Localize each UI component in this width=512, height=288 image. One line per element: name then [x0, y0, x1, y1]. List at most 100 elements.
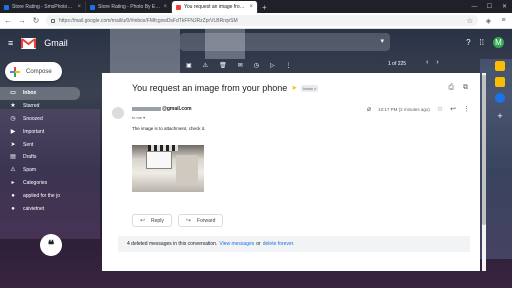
tab-title: Store Rating - Photo By Email	[98, 4, 161, 10]
sidebar-item-spam[interactable]: ⚠ Spam	[0, 164, 80, 177]
email-body: The image is to attachment, check it.	[132, 126, 206, 131]
sidebar-item-inbox[interactable]: ▭ Inbox	[0, 87, 80, 100]
scrollbar-thumb[interactable]	[482, 75, 486, 225]
move-to-icon[interactable]: ▷	[270, 62, 275, 69]
email-meta: ⌀ 10:17 PM (2 minutes ago) ☆ ↩ ⋮	[367, 105, 470, 113]
browser-tab-3[interactable]: You request an image from yo ×	[172, 1, 258, 13]
close-tab-icon[interactable]: ×	[249, 4, 253, 10]
image-attachment[interactable]	[132, 145, 204, 192]
gmail-logo-icon[interactable]	[21, 37, 37, 49]
sidebar-item-drafts[interactable]: ▤ Drafts	[0, 151, 80, 164]
mail-scrollbar[interactable]	[482, 73, 486, 271]
browser-tab-bar: Store Rating - SmsPhotoEmail × Store Rat…	[0, 0, 512, 13]
browser-menu-icon[interactable]: ≡	[499, 17, 508, 24]
forward-icon[interactable]: →	[18, 16, 26, 25]
help-icon[interactable]: ?	[466, 38, 470, 47]
more-options-icon[interactable]: ⋮	[463, 105, 470, 113]
new-tab-icon[interactable]: +	[258, 1, 271, 13]
browser-tab-1[interactable]: Store Rating - SmsPhotoEmail ×	[0, 1, 86, 13]
email-subject: You request an image from your phone	[132, 83, 288, 93]
compose-button[interactable]: Compose	[5, 62, 62, 81]
sidebar-item-label: Drafts	[23, 154, 37, 161]
archive-icon[interactable]: ▣	[186, 62, 192, 69]
tab-favicon	[90, 4, 95, 10]
search-mail-input[interactable]: ▾	[180, 33, 390, 51]
star-outline-icon[interactable]: ☆	[437, 105, 443, 113]
tasks-icon[interactable]	[495, 93, 505, 103]
view-messages-link[interactable]: View messages	[219, 241, 254, 247]
sidebar-item-label: Inbox	[23, 90, 37, 97]
report-spam-icon[interactable]: ⚠	[203, 62, 208, 69]
sidebar-item-starred[interactable]: ★ Starred	[0, 100, 80, 113]
close-tab-icon[interactable]: ×	[77, 4, 81, 10]
sidebar-item-label: Spam	[23, 167, 37, 174]
window-in-photo	[146, 151, 172, 169]
sidebar-item-snoozed[interactable]: ◷ Snoozed	[0, 113, 80, 126]
sidebar-item-label: Categories	[23, 179, 48, 186]
maximize-icon[interactable]: ☐	[482, 3, 497, 10]
next-icon[interactable]: ›	[436, 59, 438, 66]
sidebar-item-sent[interactable]: ➤ Sent	[0, 138, 80, 151]
delete-forever-link[interactable]: delete forever.	[263, 241, 295, 247]
inbox-label-badge[interactable]: Inbox ×	[301, 84, 319, 92]
sidebar-nav: ▭ Inbox ★ Starred ◷ Snoozed ▶ Important …	[0, 87, 80, 215]
tab-title: Store Rating - SmsPhotoEmail	[12, 4, 75, 10]
add-on-icon[interactable]: +	[495, 111, 505, 121]
more-icon[interactable]: ⋮	[286, 62, 292, 69]
important-marker-icon[interactable]: ➤	[291, 84, 297, 92]
bookmark-star-icon[interactable]: ☆	[467, 17, 473, 25]
delete-icon[interactable]: 🗑	[219, 62, 227, 69]
sidebar-item-label-applied[interactable]: ● applied for the jo	[0, 189, 80, 202]
snooze-icon[interactable]: ◷	[254, 62, 259, 69]
clock-icon: ◷	[10, 115, 16, 122]
extension-icon[interactable]: ◈	[484, 17, 493, 25]
previous-icon[interactable]: ‹	[426, 59, 428, 66]
compose-label: Compose	[26, 68, 52, 75]
sender-avatar	[112, 107, 124, 119]
email-subject-row: You request an image from your phone ➤ I…	[132, 83, 319, 93]
apps-grid-icon[interactable]: ⁞⁞	[480, 38, 484, 47]
email-time: 10:17 PM (2 minutes ago)	[378, 106, 430, 112]
reply-button[interactable]: ↩ Reply	[132, 214, 172, 227]
gmail-favicon	[176, 4, 181, 10]
recipient-details[interactable]: to me ▾	[132, 115, 145, 120]
attachment-icon: ⌀	[366, 106, 372, 113]
url-field[interactable]: https://mail.google.com/mail/u/0/#inbox/…	[46, 15, 478, 26]
close-tab-icon[interactable]: ×	[163, 4, 167, 10]
label-icon: ▸	[11, 179, 15, 186]
close-window-icon[interactable]: ✕	[497, 3, 512, 10]
header-actions: ? ⁞⁞ M	[466, 37, 504, 48]
sidebar-item-label-caivietnet[interactable]: ● caivietnet	[0, 202, 80, 215]
lock-icon	[51, 18, 55, 23]
calendar-icon[interactable]	[495, 61, 505, 71]
account-avatar[interactable]: M	[493, 37, 504, 48]
reload-icon[interactable]: ↻	[32, 16, 40, 25]
window-controls: — ☐ ✕	[467, 0, 512, 13]
main-menu-icon[interactable]: ≡	[8, 38, 13, 48]
search-options-icon[interactable]: ▾	[380, 37, 384, 45]
print-icon[interactable]: ⎙	[448, 84, 454, 92]
sidebar-item-important[interactable]: ▶ Important	[0, 125, 80, 138]
open-new-window-icon[interactable]: ⧉	[463, 84, 468, 92]
forward-button[interactable]: ↪ Forward	[178, 214, 224, 227]
star-icon: ★	[10, 103, 16, 110]
mail-toolbar: ▣ ⚠ 🗑 ✉ ◷ ▷ ⋮	[102, 57, 480, 73]
sidebar-item-label: Snoozed	[23, 115, 43, 122]
url-text: https://mail.google.com/mail/u/0/#inbox/…	[59, 17, 238, 24]
keep-icon[interactable]	[495, 77, 505, 87]
redacted-name	[132, 106, 161, 111]
address-bar-row: ← → ↻ https://mail.google.com/mail/u/0/#…	[0, 13, 512, 29]
reply-icon[interactable]: ↩	[450, 105, 456, 113]
browser-tab-2[interactable]: Store Rating - Photo By Email ×	[86, 1, 172, 13]
back-icon[interactable]: ←	[4, 16, 12, 25]
sidebar-item-label: applied for the jo	[23, 192, 60, 199]
hangouts-icon[interactable]: ❝	[40, 234, 62, 256]
wall-in-photo	[176, 155, 198, 185]
label-icon: ●	[11, 205, 15, 212]
minimize-icon[interactable]: —	[467, 4, 482, 10]
side-panel: +	[488, 57, 512, 288]
compose-plus-icon	[10, 66, 20, 77]
sidebar-item-categories[interactable]: ▸ Categories	[0, 177, 80, 190]
mark-unread-icon[interactable]: ✉	[238, 62, 243, 69]
subject-actions: ⎙ ⧉	[448, 84, 468, 92]
